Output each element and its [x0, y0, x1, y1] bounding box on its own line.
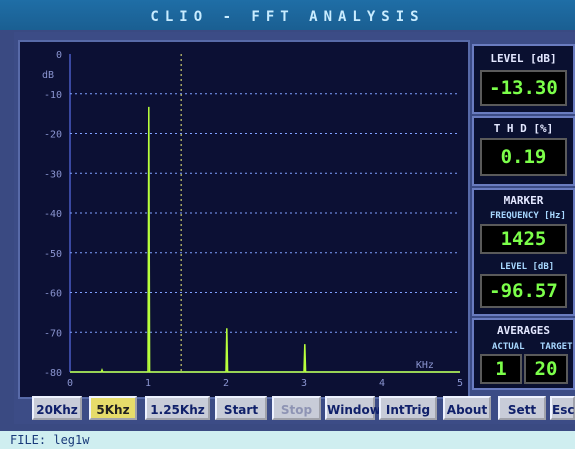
window-title: CLIO - FFT ANALYSIS	[0, 0, 575, 30]
x-tick-label: 0	[67, 378, 73, 389]
marker-frequency-readout: 1425	[480, 224, 567, 254]
marker-level-label: LEVEL [dB]	[500, 262, 555, 272]
start-button[interactable]: Start	[215, 396, 267, 420]
x-tick-label: 3	[301, 378, 307, 389]
about-button[interactable]: About	[443, 396, 491, 420]
1-25khz-button[interactable]: 1.25Khz	[145, 396, 210, 420]
status-bar: FILE: leg1w	[0, 431, 575, 449]
x-tick-label: 1	[145, 378, 151, 389]
thd-readout: 0.19	[480, 138, 567, 176]
averages-actual-label: ACTUAL	[492, 342, 525, 352]
y-tick-label: -20	[44, 130, 62, 141]
y-axis-label: dB	[42, 70, 54, 81]
file-label: FILE: leg1w	[10, 433, 90, 447]
y-tick-label: -70	[44, 328, 62, 339]
thd-panel-title: T H D [%]	[493, 122, 554, 135]
level-panel: LEVEL [dB] -13.30	[472, 44, 575, 114]
button-bar: 20Khz 5Khz 1.25Khz Start Stop Window Int…	[28, 396, 575, 424]
fft-plot[interactable]: 0 -10 -20 -30 -40 -50 -60 -70 -80 0 1 2 3 4 5 dB KHz	[20, 42, 468, 397]
inttrig-button[interactable]: IntTrig	[379, 396, 437, 420]
averages-panel: AVERAGES ACTUAL TARGET 1 20	[472, 318, 575, 390]
y-tick-label: -10	[44, 90, 62, 101]
sett-button[interactable]: Sett	[498, 396, 546, 420]
stop-button[interactable]: Stop	[272, 396, 321, 420]
marker-panel: MARKER FREQUENCY [Hz] 1425 LEVEL [dB] -9…	[472, 188, 575, 316]
5khz-button[interactable]: 5Khz	[89, 396, 137, 420]
averages-actual-readout: 1	[480, 354, 522, 384]
y-tick-label: 0	[56, 50, 62, 61]
level-panel-title: LEVEL [dB]	[490, 52, 557, 65]
x-tick-label: 4	[379, 378, 385, 389]
marker-level-readout: -96.57	[480, 274, 567, 308]
level-readout: -13.30	[480, 70, 567, 106]
marker-frequency-label: FREQUENCY [Hz]	[490, 211, 566, 221]
averages-panel-title: AVERAGES	[497, 324, 550, 337]
averages-target-label: TARGET	[540, 342, 573, 352]
20khz-button[interactable]: 20Khz	[32, 396, 82, 420]
esc-button[interactable]: Esc	[550, 396, 575, 420]
y-tick-label: -40	[44, 209, 62, 220]
thd-panel: T H D [%] 0.19	[472, 116, 575, 186]
x-tick-label: 5	[457, 378, 463, 389]
y-tick-label: -30	[44, 169, 62, 180]
x-axis-label: KHz	[416, 360, 434, 371]
x-tick-label: 2	[223, 378, 229, 389]
averages-target-readout: 20	[524, 354, 568, 384]
fft-plot-panel: 0 -10 -20 -30 -40 -50 -60 -70 -80 0 1 2 3 4 5 dB KHz	[18, 40, 470, 399]
marker-panel-title: MARKER	[503, 194, 544, 207]
y-tick-label: -50	[44, 249, 62, 260]
y-tick-label: -80	[44, 368, 62, 379]
window-button[interactable]: Window	[325, 396, 381, 420]
y-tick-label: -60	[44, 289, 62, 300]
